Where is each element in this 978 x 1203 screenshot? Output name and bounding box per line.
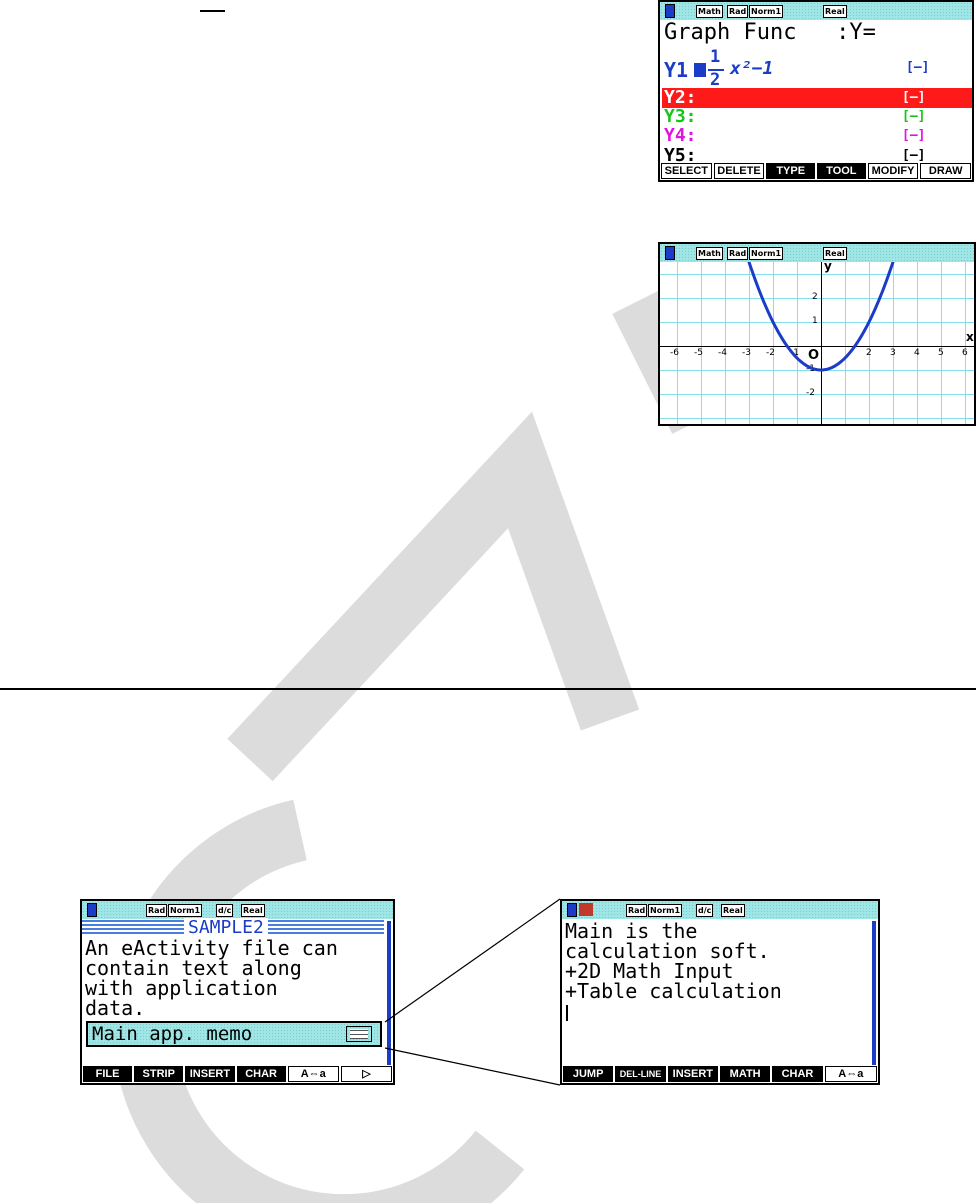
char-key[interactable]: CHAR xyxy=(772,1066,823,1082)
text-cursor[interactable] xyxy=(566,1005,568,1021)
memo-line: +Table calculation xyxy=(565,979,782,1003)
alpha-mode-icon xyxy=(579,903,593,916)
del-line-key[interactable]: DEL-LINE xyxy=(615,1066,666,1082)
memo-line: +2D Math Input xyxy=(565,959,734,983)
function-key-bar: JUMP DEL-LINE INSERT MATH CHAR A⇔a xyxy=(562,1065,878,1083)
memo-line: Main is the xyxy=(565,919,698,943)
status-norm: Norm1 xyxy=(648,904,683,917)
memo-line: calculation soft. xyxy=(565,939,770,963)
status-bar: Rad Norm1 d/c Real xyxy=(562,901,878,919)
status-dc: d/c xyxy=(696,904,714,917)
status-rad: Rad xyxy=(626,904,648,917)
main-memo-screen: Rad Norm1 d/c Real Main is the calculati… xyxy=(560,899,880,1085)
scrollbar[interactable] xyxy=(872,921,876,1065)
case-toggle-key[interactable]: A⇔a xyxy=(824,1066,877,1082)
status-real: Real xyxy=(721,904,745,917)
battery-icon xyxy=(567,903,577,917)
jump-key[interactable]: JUMP xyxy=(563,1066,614,1082)
math-key[interactable]: MATH xyxy=(719,1066,771,1082)
insert-key[interactable]: INSERT xyxy=(667,1066,718,1082)
